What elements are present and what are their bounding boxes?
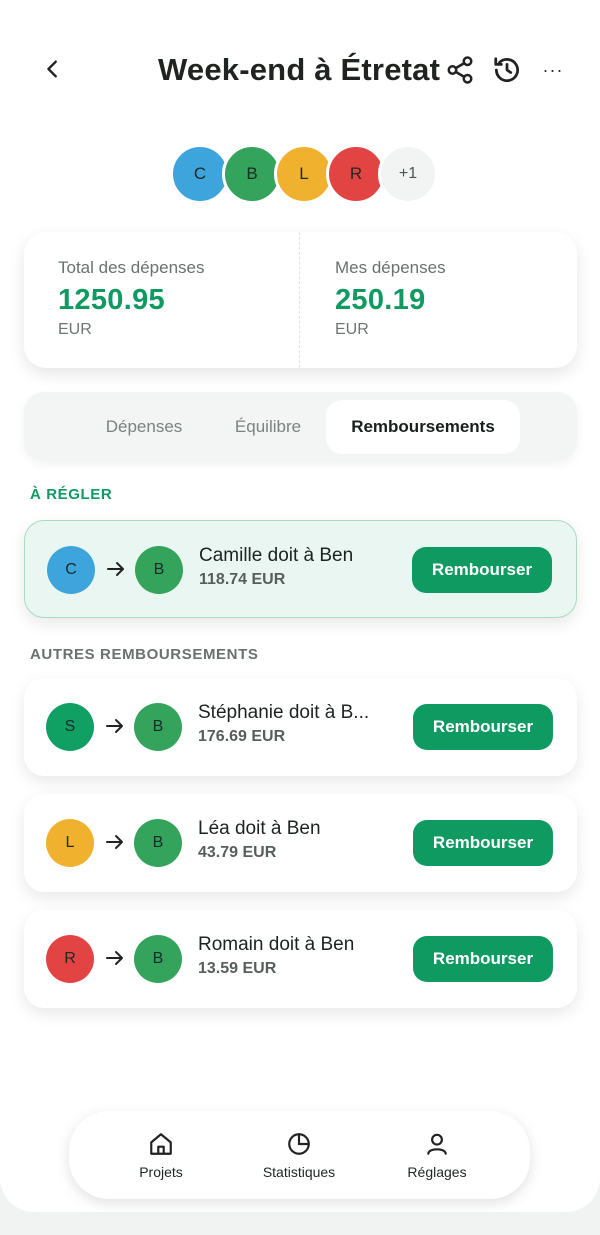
creditor-avatar: B [134, 935, 182, 983]
nav-projects[interactable]: Projets [101, 1129, 221, 1180]
tab-bar: Dépenses Équilibre Remboursements [24, 392, 577, 460]
chevron-left-icon [47, 60, 57, 78]
debtor-avatar: L [46, 819, 94, 867]
arrow-right-icon [104, 714, 126, 738]
nav-projects-label: Projets [139, 1164, 183, 1180]
member-avatars[interactable]: C B L R +1 [170, 144, 440, 206]
settlement-text: Stéphanie doit à B... 176.69 EUR [198, 702, 418, 746]
settlement-title: Romain doit à Ben [198, 934, 355, 955]
settlement-amount: 13.59 EUR [198, 960, 277, 977]
reimburse-button[interactable]: Rembourser [413, 936, 553, 982]
arrow-right-icon [105, 557, 127, 581]
avatar: L [274, 144, 334, 204]
total-expenses-label: Total des dépenses [58, 258, 205, 277]
my-expenses-currency: EUR [335, 321, 369, 338]
settlement-title: Léa doit à Ben [198, 818, 321, 839]
divider [299, 232, 300, 368]
bottom-navigation: Projets Statistiques Réglages [69, 1111, 530, 1199]
arrow-right-icon [104, 830, 126, 854]
my-expenses-label: Mes dépenses [335, 258, 446, 277]
my-expenses: Mes dépenses 250.19 EUR [335, 258, 446, 339]
share-icon [447, 56, 473, 84]
settlement-card: R B Romain doit à Ben 13.59 EUR Rembours… [24, 910, 577, 1008]
settlement-text: Romain doit à Ben 13.59 EUR [198, 934, 418, 978]
share-button[interactable] [444, 54, 476, 86]
avatar: B [222, 144, 282, 204]
total-expenses: Total des dépenses 1250.95 EUR [58, 258, 205, 339]
arrow-right-icon [104, 946, 126, 970]
settlement-title: Camille doit à Ben [199, 545, 354, 566]
reimburse-button[interactable]: Rembourser [412, 547, 552, 593]
tab-reimbursements[interactable]: Remboursements [326, 400, 520, 454]
avatar-overflow-count: +1 [378, 144, 438, 204]
nav-settings[interactable]: Réglages [377, 1129, 497, 1180]
debtor-avatar: S [46, 703, 94, 751]
debtor-avatar: C [47, 546, 95, 594]
user-icon [422, 1129, 452, 1159]
avatar: R [326, 144, 386, 204]
debtor-avatar: R [46, 935, 94, 983]
section-other-reimbursements: AUTRES REMBOURSEMENTS [30, 646, 259, 663]
settlement-amount: 176.69 EUR [198, 728, 286, 745]
settlement-card-highlighted: C B Camille doit à Ben 118.74 EUR Rembou… [24, 520, 577, 618]
settlement-amount: 118.74 EUR [199, 571, 286, 588]
creditor-avatar: B [134, 819, 182, 867]
reimburse-button[interactable]: Rembourser [413, 704, 553, 750]
my-expenses-value: 250.19 [335, 284, 426, 316]
more-button[interactable]: ··· [538, 54, 568, 86]
tab-balance[interactable]: Équilibre [218, 400, 318, 454]
tab-expenses[interactable]: Dépenses [88, 400, 200, 454]
header: Week-end à Étretat ··· [0, 40, 600, 100]
home-icon [146, 1129, 176, 1159]
nav-statistics[interactable]: Statistiques [239, 1129, 359, 1180]
settlement-card: L B Léa doit à Ben 43.79 EUR Rembourser [24, 794, 577, 892]
total-expenses-value: 1250.95 [58, 284, 165, 316]
page-title: Week-end à Étretat [158, 52, 441, 87]
back-button[interactable] [38, 54, 68, 84]
expense-summary-card: Total des dépenses 1250.95 EUR Mes dépen… [24, 232, 577, 368]
settlement-text: Léa doit à Ben 43.79 EUR [198, 818, 418, 862]
history-button[interactable] [490, 54, 524, 86]
creditor-avatar: B [135, 546, 183, 594]
nav-settings-label: Réglages [407, 1164, 467, 1180]
section-to-settle: À RÉGLER [30, 486, 113, 503]
settlement-title: Stéphanie doit à B... [198, 702, 370, 723]
pie-chart-icon [284, 1129, 314, 1159]
reimburse-button[interactable]: Rembourser [413, 820, 553, 866]
creditor-avatar: B [134, 703, 182, 751]
history-icon [494, 57, 519, 82]
avatar: C [170, 144, 230, 204]
total-expenses-currency: EUR [58, 321, 92, 338]
settlement-text: Camille doit à Ben 118.74 EUR [199, 545, 419, 589]
settlement-card: S B Stéphanie doit à B... 176.69 EUR Rem… [24, 678, 577, 776]
settlement-amount: 43.79 EUR [198, 844, 277, 861]
app-screen: Week-end à Étretat ··· C B L R +1 Total … [0, 0, 600, 1212]
more-horizontal-icon: ··· [542, 59, 564, 80]
nav-statistics-label: Statistiques [262, 1164, 336, 1180]
